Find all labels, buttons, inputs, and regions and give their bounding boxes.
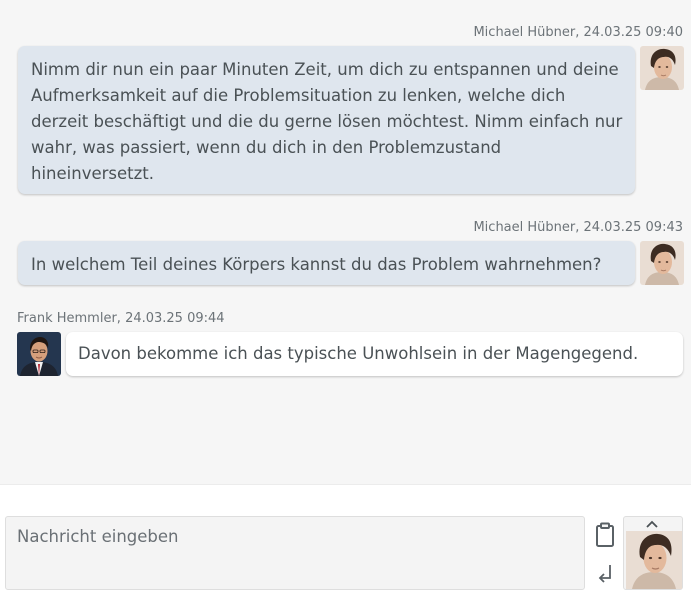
avatar-frank-hemmler[interactable] [17,332,61,376]
clipboard-icon [596,522,614,547]
person-portrait-icon [640,46,684,90]
message-text: Nimm dir nun ein paar Minuten Zeit, um d… [31,60,623,183]
avatar-michael-huebner[interactable] [640,241,684,285]
send-button[interactable] [593,561,617,587]
profile-menu-button[interactable] [623,516,683,590]
message-meta: Michael Hübner, 24.03.25 09:43 [473,220,683,235]
chevron-up-icon [646,520,658,528]
message-input[interactable] [5,516,585,590]
person-portrait-icon [17,332,61,376]
message-bubble-received: Davon bekomme ich das typische Unwohlsei… [66,332,683,376]
chat-history[interactable]: Michael Hübner, 24.03.25 09:40 Nimm dir … [0,0,691,485]
paste-button[interactable] [593,520,617,550]
message-text: Davon bekomme ich das typische Unwohlsei… [78,344,639,363]
message-meta: Frank Hemmler, 24.03.25 09:44 [17,311,225,326]
user-avatar [626,520,682,589]
message-meta: Michael Hübner, 24.03.25 09:40 [473,25,683,40]
avatar-michael-huebner[interactable] [640,46,684,90]
message-text: In welchem Teil deines Körpers kannst du… [31,255,602,274]
person-portrait-icon [640,241,684,285]
message-bubble-sent: Nimm dir nun ein paar Minuten Zeit, um d… [18,46,635,194]
enter-arrow-icon [598,565,611,583]
message-bubble-sent: In welchem Teil deines Körpers kannst du… [18,241,635,285]
